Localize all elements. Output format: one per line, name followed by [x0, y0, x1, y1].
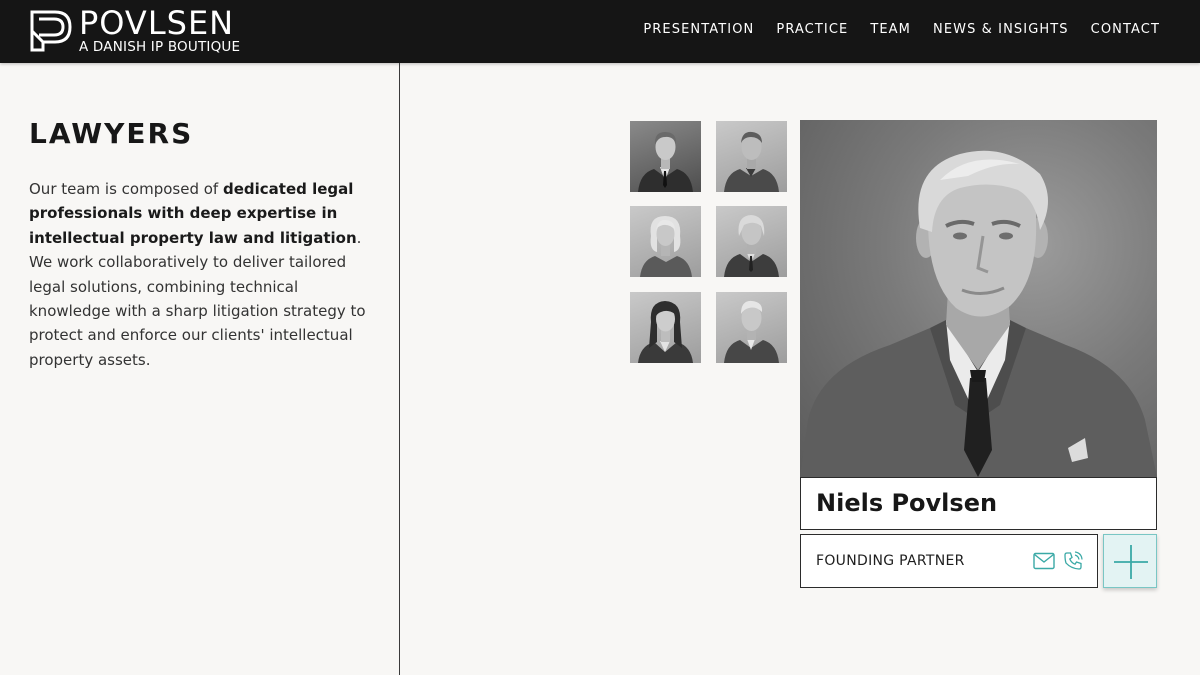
- portrait-man-long-hair-icon: [724, 215, 779, 277]
- lawyer-role-box: FOUNDING PARTNER: [800, 534, 1098, 588]
- team-thumbnail[interactable]: [630, 121, 701, 192]
- intro-text-start: Our team is composed of: [29, 180, 223, 198]
- logo-name: POVLSEN: [79, 4, 235, 42]
- nav-team[interactable]: TEAM: [870, 22, 911, 37]
- lawyer-name-box: Niels Povlsen: [800, 477, 1157, 530]
- portrait-woman-dark-hair-icon: [638, 301, 693, 363]
- portrait-man-icon: [724, 131, 779, 192]
- team-thumbnail[interactable]: [716, 206, 787, 277]
- lawyer-role: FOUNDING PARTNER: [816, 553, 965, 569]
- portrait-man-young-icon: [724, 300, 779, 363]
- page-title: LAWYERS: [29, 117, 194, 150]
- logo-tagline: A DANISH IP BOUTIQUE: [79, 39, 241, 55]
- site-logo[interactable]: POVLSEN A DANISH IP BOUTIQUE: [29, 4, 269, 55]
- lawyer-name: Niels Povlsen: [816, 489, 998, 517]
- intro-column: LAWYERS Our team is composed of dedicate…: [0, 63, 400, 675]
- portrait-man-suit-icon: [638, 132, 693, 192]
- nav-news-insights[interactable]: NEWS & INSIGHTS: [933, 22, 1069, 37]
- team-thumbnail[interactable]: [630, 206, 701, 277]
- intro-paragraph: Our team is composed of dedicated legal …: [29, 177, 374, 372]
- mail-icon[interactable]: [1033, 552, 1055, 570]
- portrait-woman-blonde-icon: [640, 216, 692, 277]
- plus-icon: [1114, 545, 1148, 579]
- nav-practice[interactable]: PRACTICE: [776, 22, 848, 37]
- nav-presentation[interactable]: PRESENTATION: [643, 22, 754, 37]
- main-nav: PRESENTATION PRACTICE TEAM NEWS & INSIGH…: [621, 22, 1160, 37]
- logo-mark-icon: [30, 10, 72, 52]
- team-thumbnail[interactable]: [630, 292, 701, 363]
- site-header: POVLSEN A DANISH IP BOUTIQUE PRESENTATIO…: [0, 0, 1200, 63]
- intro-text-end: . We work collaboratively to deliver tai…: [29, 228, 366, 369]
- nav-contact[interactable]: CONTACT: [1091, 22, 1160, 37]
- team-thumbnail[interactable]: [716, 292, 787, 363]
- team-thumbnail[interactable]: [716, 121, 787, 192]
- featured-portrait-image-icon: [800, 150, 1157, 477]
- featured-portrait: [800, 120, 1157, 477]
- phone-icon[interactable]: [1063, 551, 1083, 571]
- expand-profile-button[interactable]: [1103, 534, 1157, 588]
